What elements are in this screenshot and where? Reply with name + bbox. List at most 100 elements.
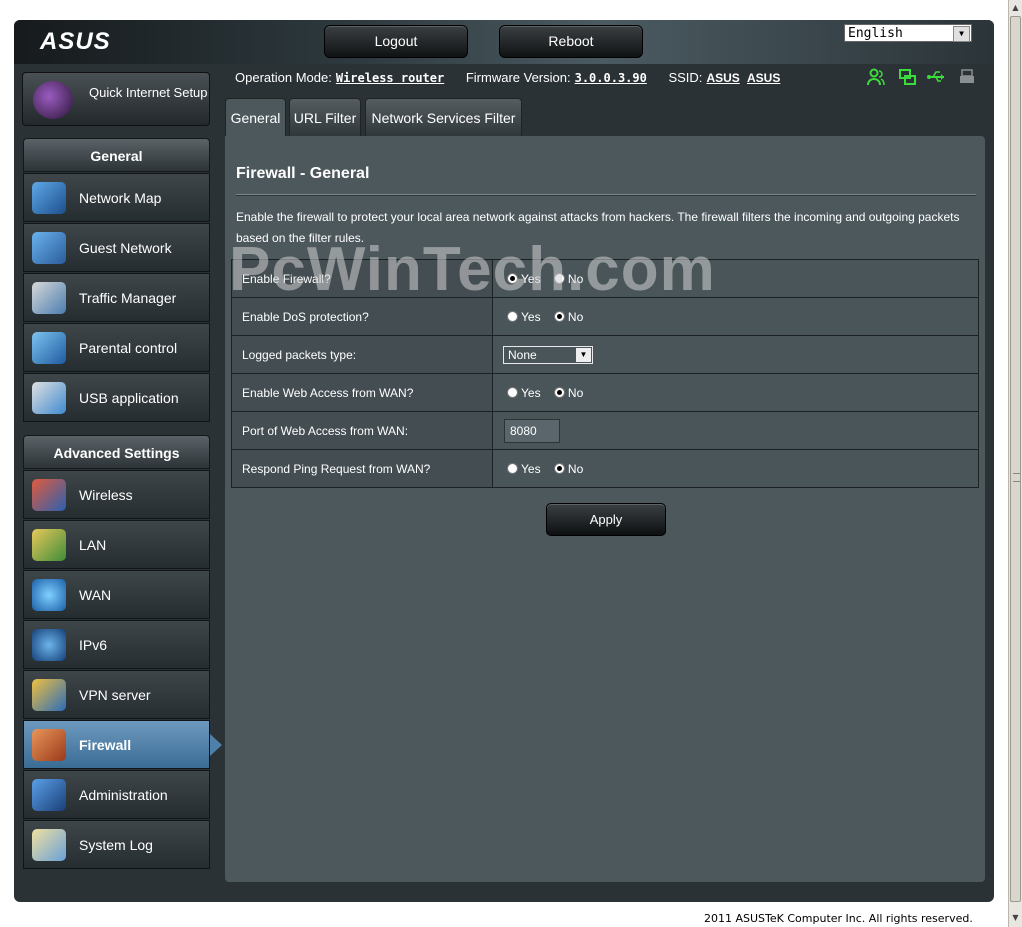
status-bar: Operation Mode: Wireless router Firmware … <box>235 70 975 90</box>
web-access-port-input[interactable]: 8080 <box>504 418 560 443</box>
sidebar-item-label: Firewall <box>79 737 132 753</box>
tab-general[interactable]: General <box>225 98 286 138</box>
sidebar-item-label: Parental control <box>79 340 178 356</box>
radio-label-yes: Yes <box>521 461 541 476</box>
logged-packets-value: None <box>508 347 537 362</box>
vpn-server-icon <box>32 679 66 711</box>
traffic-manager-icon <box>32 282 66 314</box>
administration-icon <box>32 779 66 811</box>
scroll-up-arrow-icon[interactable]: ▲ <box>1011 2 1020 14</box>
tab-url-filter[interactable]: URL Filter <box>289 98 361 136</box>
radio-label-yes: Yes <box>521 385 541 400</box>
sidebar-item-lan[interactable]: LAN <box>23 520 210 569</box>
lan-icon <box>32 529 66 561</box>
reboot-button[interactable]: Reboot <box>499 25 643 58</box>
printer-icon[interactable] <box>957 68 977 86</box>
scrollbar-thumb[interactable] <box>1010 16 1021 902</box>
quick-setup-label: Quick Internet Setup <box>89 85 208 100</box>
sidebar-item-system-log[interactable]: System Log <box>23 820 210 869</box>
enable-firewall-label: Enable Firewall? <box>231 259 493 298</box>
sidebar-item-label: Guest Network <box>79 240 172 256</box>
usb-icon[interactable] <box>927 68 947 86</box>
sidebar-item-label: VPN server <box>79 687 151 703</box>
logged-packets-label: Logged packets type: <box>231 335 493 374</box>
operation-mode-label: Operation Mode: <box>235 70 332 85</box>
sidebar-item-guest-network[interactable]: Guest Network <box>23 223 210 272</box>
ssid-label: SSID: <box>668 70 703 85</box>
enable-dos-yes-radio[interactable] <box>507 311 518 323</box>
tab-network-services-filter[interactable]: Network Services Filter <box>365 98 522 136</box>
enable-firewall-yes-radio[interactable] <box>507 273 518 285</box>
ssid-link-2[interactable]: ASUS <box>747 71 780 85</box>
apply-button[interactable]: Apply <box>546 503 666 536</box>
sidebar-item-wan[interactable]: WAN <box>23 570 210 619</box>
web-access-port-cell: 8080 <box>492 411 979 450</box>
web-access-wan-options: Yes No <box>492 373 979 412</box>
system-log-icon <box>32 829 66 861</box>
sidebar-item-label: LAN <box>79 537 107 553</box>
logged-packets-select[interactable]: None ▼ <box>503 345 593 364</box>
ping-wan-no-radio[interactable] <box>553 463 565 475</box>
table-row: Enable DoS protection? Yes No <box>231 297 979 336</box>
scroll-down-arrow-icon[interactable]: ▼ <box>1011 912 1020 924</box>
sidebar-item-firewall[interactable]: Firewall <box>23 720 222 769</box>
logout-button[interactable]: Logout <box>324 25 468 58</box>
quick-internet-setup-button[interactable]: Quick Internet Setup <box>22 72 210 126</box>
sidebar-item-parental-control[interactable]: Parental control <box>23 323 210 372</box>
logged-packets-cell: None ▼ <box>492 335 979 374</box>
network-status-icon[interactable] <box>897 68 917 86</box>
network-map-icon <box>32 182 66 214</box>
firewall-settings-table: Enable Firewall? Yes No Enable DoS prote… <box>231 259 979 488</box>
firmware-link[interactable]: 3.0.0.3.90 <box>575 71 647 85</box>
sidebar-item-ipv6[interactable]: IPv6 <box>23 620 210 669</box>
web-access-wan-no-radio[interactable] <box>553 387 565 399</box>
sidebar-item-network-map[interactable]: Network Map <box>23 173 210 222</box>
enable-firewall-no-radio[interactable] <box>553 273 565 285</box>
operation-mode-link[interactable]: Wireless router <box>336 71 444 85</box>
radio-label-no: No <box>567 271 584 286</box>
content-panel: Firewall - General Enable the firewall t… <box>225 136 985 882</box>
parental-control-icon <box>32 332 66 364</box>
radio-label-yes: Yes <box>521 309 541 324</box>
sidebar-item-traffic-manager[interactable]: Traffic Manager <box>23 273 210 322</box>
sidebar-item-usb-application[interactable]: USB application <box>23 373 210 422</box>
ping-wan-yes-radio[interactable] <box>507 463 518 475</box>
asus-logo: ASUS <box>40 28 111 55</box>
table-row: Logged packets type: None ▼ <box>231 335 979 374</box>
wizard-hat-icon <box>33 81 73 119</box>
ipv6-icon <box>32 629 66 661</box>
language-select[interactable]: English ▼ <box>844 24 972 42</box>
sidebar-item-label: System Log <box>79 837 153 853</box>
enable-dos-label: Enable DoS protection? <box>231 297 493 336</box>
wireless-icon <box>32 479 66 511</box>
sidebar-item-wireless[interactable]: Wireless <box>23 470 210 519</box>
sidebar-item-label: USB application <box>79 390 179 406</box>
page-scrollbar[interactable]: ▲ ▼ <box>1008 0 1022 927</box>
sidebar-item-label: IPv6 <box>79 637 108 653</box>
sidebar-item-vpn-server[interactable]: VPN server <box>23 670 210 719</box>
table-row: Port of Web Access from WAN: 8080 <box>231 411 979 450</box>
web-access-port-label: Port of Web Access from WAN: <box>231 411 493 450</box>
radio-label-no: No <box>567 461 584 476</box>
sidebar-item-label: Administration <box>79 787 168 803</box>
page-title: Firewall - General <box>236 165 370 182</box>
table-row: Enable Firewall? Yes No <box>231 259 979 298</box>
sidebar-item-administration[interactable]: Administration <box>23 770 210 819</box>
chevron-down-icon: ▼ <box>576 347 591 362</box>
guest-network-icon <box>32 232 66 264</box>
web-access-wan-yes-radio[interactable] <box>507 387 518 399</box>
table-row: Respond Ping Request from WAN? Yes No <box>231 449 979 488</box>
firewall-icon <box>32 729 66 761</box>
browser-page: ASUS Logout Reboot English ▼ Operation M… <box>0 0 1008 927</box>
enable-dos-no-radio[interactable] <box>553 311 565 323</box>
web-access-wan-label: Enable Web Access from WAN? <box>231 373 493 412</box>
general-menu-header: General <box>23 138 210 172</box>
ssid-link-1[interactable]: ASUS <box>706 71 739 85</box>
language-value: English <box>848 26 903 41</box>
enable-firewall-options: Yes No <box>492 259 979 298</box>
wan-icon <box>32 579 66 611</box>
ping-wan-label: Respond Ping Request from WAN? <box>231 449 493 488</box>
enable-dos-options: Yes No <box>492 297 979 336</box>
table-row: Enable Web Access from WAN? Yes No <box>231 373 979 412</box>
clients-icon[interactable] <box>866 68 886 86</box>
